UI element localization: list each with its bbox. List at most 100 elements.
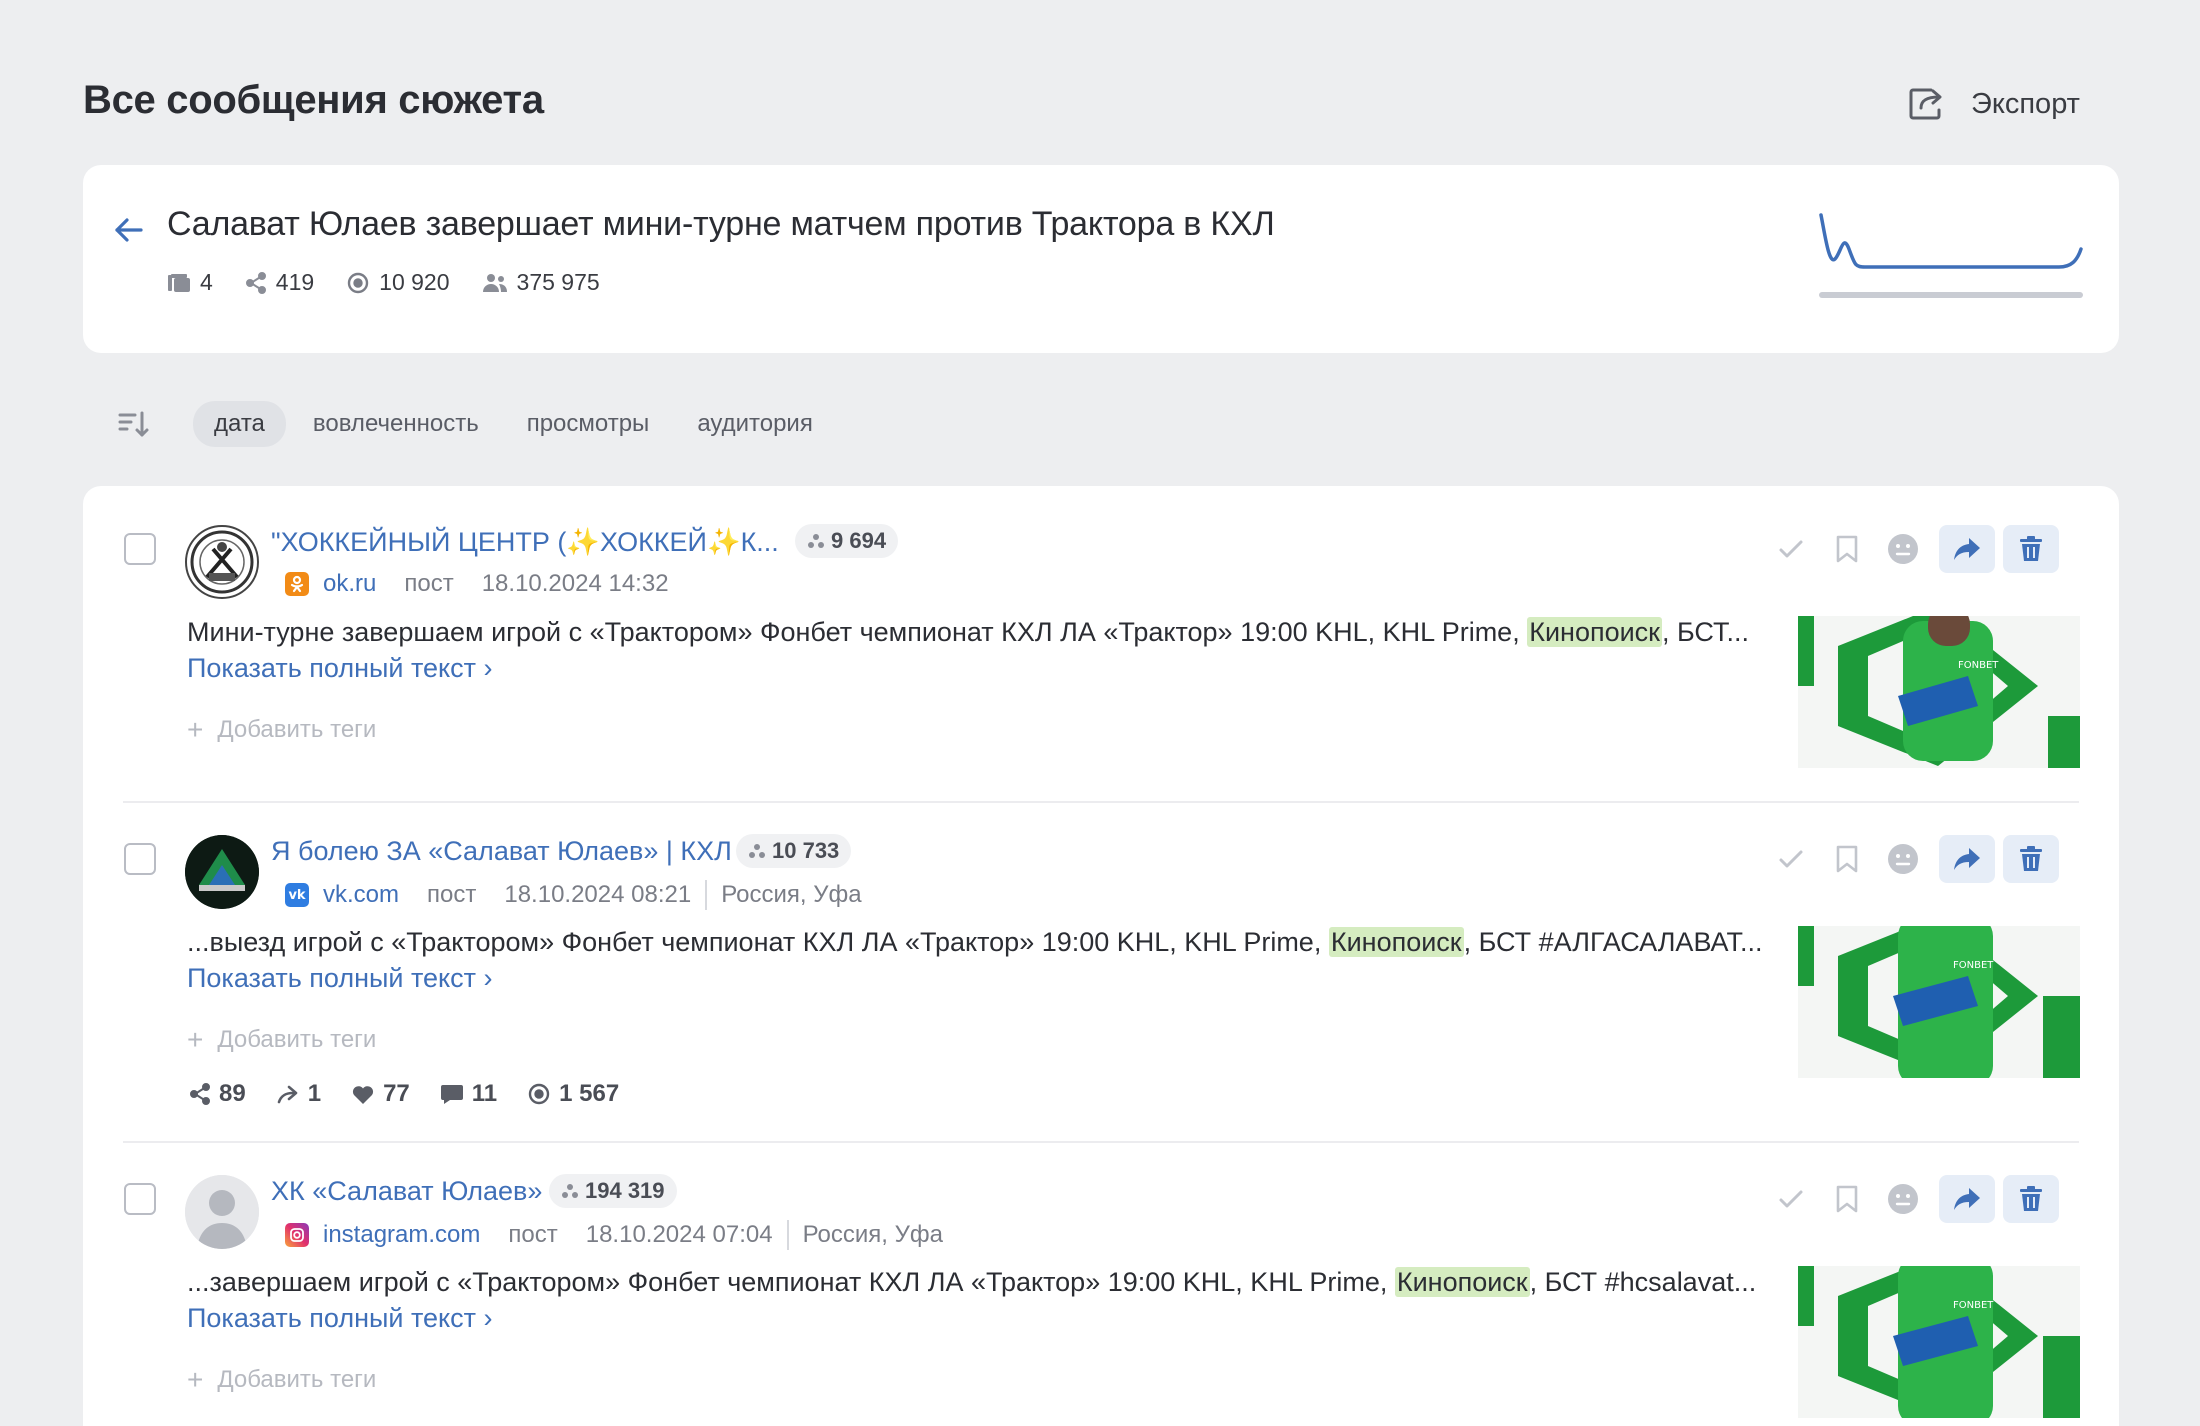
source-name[interactable]: "ХОККЕЙНЫЙ ЦЕНТР (✨ХОККЕЙ✨К...	[271, 526, 779, 558]
shares-value: 1	[307, 1080, 322, 1107]
story-card: Салават Юлаев завершает мини-турне матче…	[83, 165, 2119, 353]
bookmark-button[interactable]	[1819, 835, 1875, 883]
heart-icon	[353, 1086, 374, 1104]
tone-button[interactable]	[1875, 835, 1931, 883]
mark-read-button[interactable]	[1763, 835, 1819, 883]
forward-button[interactable]	[1939, 1175, 1995, 1223]
tone-button[interactable]	[1875, 525, 1931, 573]
post-text: ...завершаем игрой с «Трактором» Фонбет …	[187, 1264, 1827, 1336]
post-checkbox[interactable]	[124, 533, 156, 565]
delete-button[interactable]	[2003, 525, 2059, 573]
bookmark-button[interactable]	[1819, 525, 1875, 573]
bookmark-button[interactable]	[1819, 1175, 1875, 1223]
views-value: 1 567	[559, 1080, 620, 1107]
reposts-count: 419	[275, 269, 315, 295]
text-fragment: Мини-турне завершаем игрой с «Трактором»…	[187, 617, 1528, 647]
sort-bar: дата вовлеченность просмотры аудитория	[117, 400, 840, 448]
sort-option-audience[interactable]: аудитория	[676, 401, 834, 447]
post-text: ...выезд игрой с «Трактором» Фонбет чемп…	[187, 924, 1827, 996]
site-link[interactable]: vk.com	[323, 881, 399, 909]
post-image[interactable]: FONBET	[1798, 616, 2080, 768]
delete-button[interactable]	[2003, 835, 2059, 883]
post-datetime: 18.10.2024 14:32	[481, 570, 669, 597]
audience-count: 375 975	[516, 269, 600, 295]
forward-arrow-icon	[1954, 848, 1980, 870]
post-location: Россия, Уфа	[721, 881, 862, 908]
sort-option-date[interactable]: дата	[193, 401, 286, 447]
post-checkbox[interactable]	[124, 1183, 156, 1215]
trash-icon	[2020, 536, 2042, 561]
messages-icon	[168, 273, 190, 292]
post-actions	[1763, 1175, 2059, 1223]
bookmark-icon	[1836, 1185, 1858, 1213]
likes-value: 77	[383, 1080, 410, 1107]
add-tags-button[interactable]: + Добавить теги	[187, 714, 376, 746]
back-arrow-icon[interactable]	[111, 212, 147, 248]
site-link[interactable]: ok.ru	[323, 570, 376, 598]
forward-button[interactable]	[1939, 525, 1995, 573]
neutral-face-icon	[1888, 1184, 1918, 1214]
comment-icon	[440, 1085, 463, 1104]
source-name[interactable]: Я болею ЗА «Салават Юлаев» | КХЛ	[271, 836, 732, 867]
page-title: Все сообщения сюжета	[83, 78, 544, 122]
meta-divider	[705, 880, 708, 910]
show-full-text-link[interactable]: Показать полный текст ›	[187, 963, 493, 993]
user-silhouette-icon	[185, 1175, 259, 1249]
text-fragment: , БСТ...	[1662, 617, 1750, 647]
post-actions	[1763, 525, 2059, 573]
show-full-text-link[interactable]: Показать полный текст ›	[187, 1303, 493, 1333]
add-tags-label: Добавить теги	[217, 1026, 377, 1053]
neutral-face-icon	[1888, 534, 1918, 564]
mark-read-button[interactable]	[1763, 1175, 1819, 1223]
audience-icon	[808, 534, 824, 548]
sort-icon[interactable]	[117, 407, 151, 441]
post-image[interactable]: FONBET	[1798, 1266, 2080, 1418]
add-tags-button[interactable]: + Добавить теги	[187, 1364, 376, 1396]
delete-button[interactable]	[2003, 1175, 2059, 1223]
sort-option-engagement[interactable]: вовлеченность	[292, 401, 500, 447]
eye-icon	[528, 1083, 550, 1105]
sort-option-views[interactable]: просмотры	[506, 401, 671, 447]
post-image[interactable]: FONBET	[1798, 926, 2080, 1078]
shares-metric: 1	[276, 1080, 321, 1108]
keyword-highlight: Кинопоиск	[1394, 1267, 1530, 1297]
post-kind: пост	[427, 881, 477, 908]
keyword-highlight: Кинопоиск	[1328, 927, 1464, 957]
reposts-metric: 89	[189, 1080, 246, 1108]
tone-button[interactable]	[1875, 1175, 1931, 1223]
add-tags-button[interactable]: + Добавить теги	[187, 1024, 376, 1056]
bookmark-icon	[1836, 535, 1858, 563]
share-nodes-icon	[190, 1083, 210, 1105]
comments-metric: 11	[440, 1080, 497, 1108]
fan-group-logo-icon	[185, 835, 259, 909]
messages-count: 4	[200, 269, 213, 295]
post-datetime: 18.10.2024 08:21	[504, 881, 692, 908]
post-text: Мини-турне завершаем игрой с «Трактором»…	[187, 614, 1827, 686]
likes-metric: 77	[351, 1080, 410, 1108]
avatar	[185, 525, 259, 599]
export-button[interactable]: Экспорт	[1905, 80, 2080, 128]
source-name[interactable]: ХК «Салават Юлаев»	[271, 1176, 542, 1207]
story-title: Салават Юлаев завершает мини-турне матче…	[167, 205, 1275, 243]
site-link[interactable]: instagram.com	[323, 1221, 480, 1249]
trash-icon	[2020, 846, 2042, 871]
forward-arrow-icon	[277, 1085, 298, 1104]
audience-badge: 10 733	[736, 834, 852, 868]
svg-text:FONBET: FONBET	[1953, 1300, 1994, 1311]
export-icon	[1909, 88, 1942, 120]
post-divider	[123, 801, 2079, 803]
reposts-value: 89	[219, 1080, 246, 1107]
mark-read-button[interactable]	[1763, 525, 1819, 573]
story-stats: 4 419 10 920 375 975	[167, 269, 600, 296]
post-checkbox[interactable]	[124, 843, 156, 875]
show-full-text-link[interactable]: Показать полный текст ›	[187, 653, 493, 683]
add-tags-label: Добавить теги	[217, 716, 377, 743]
views-metric: 1 567	[527, 1080, 619, 1108]
ok-ru-icon	[285, 572, 309, 596]
check-icon	[1779, 1190, 1803, 1208]
text-fragment: , БСТ #АЛГАСАЛАВАТ...	[1463, 927, 1763, 957]
export-label: Экспорт	[1971, 87, 2080, 120]
share-nodes-icon	[245, 271, 266, 294]
forward-button[interactable]	[1939, 835, 1995, 883]
audience-value: 9 694	[831, 528, 887, 553]
